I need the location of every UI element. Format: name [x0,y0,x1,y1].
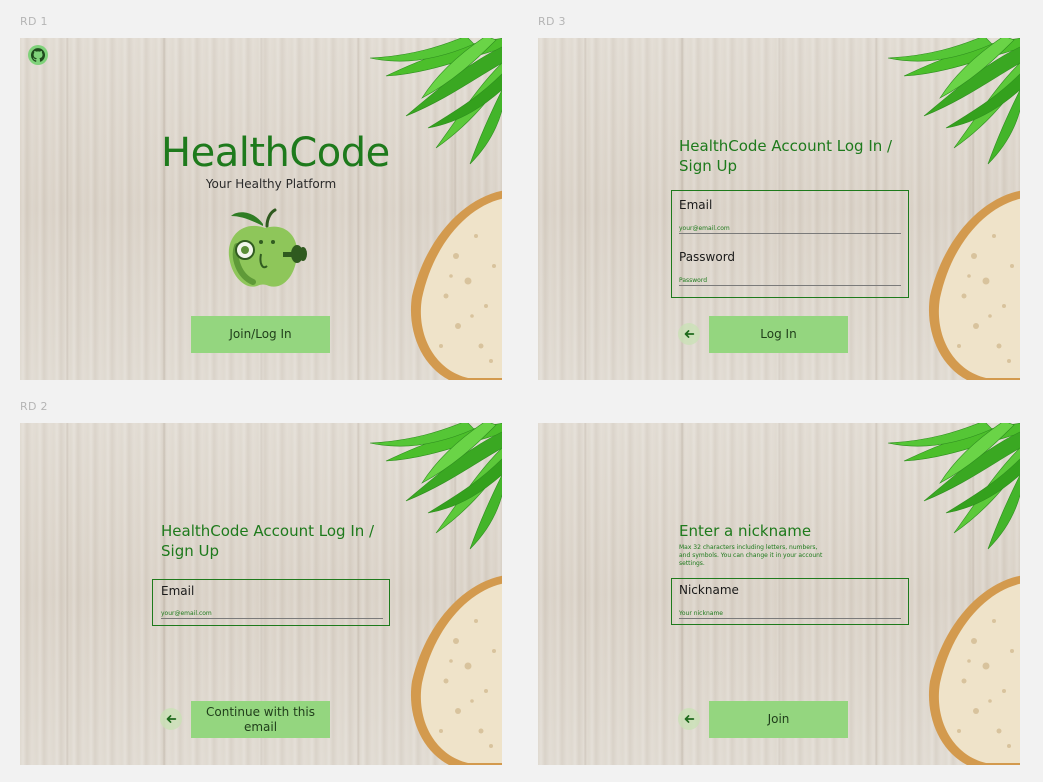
app-title: HealthCode [161,130,390,176]
arrow-left-icon [682,712,696,726]
herb-decoration [884,423,1020,551]
back-button[interactable] [678,708,700,730]
continue-label-line-2: email [243,719,278,734]
continue-with-email-button[interactable]: Continue with this email [191,701,330,738]
arrow-left-icon [682,327,696,341]
arrow-left-icon [164,712,178,726]
frame-label-rd3: RD 3 [538,15,566,28]
nickname-form: Nickname Your nickname [671,578,909,625]
heading-line-1: HealthCode Account Log In / [161,522,375,540]
artboard-rd2: HealthCode Account Log In / Sign Up Emai… [20,423,502,765]
bread-decoration [406,186,502,380]
password-label: Password [679,250,736,264]
helper-line-3: settings. [679,560,705,567]
frame-label-rd1: RD 1 [20,15,48,28]
apple-mascot-icon [228,208,307,287]
email-label: Email [161,584,195,598]
artboard-rd1: HealthCode Your Healthy Platform Join/Lo… [20,38,502,380]
helper-line-2: and symbols. You can change it in your a… [679,552,823,559]
helper-line-1: Max 32 characters including letters, num… [679,544,818,551]
page-title: HealthCode Account Log In / Sign Up [161,521,374,561]
nickname-label: Nickname [679,583,739,597]
email-field[interactable]: your@email.com [161,609,383,619]
heading-line-1: HealthCode Account Log In / [679,137,893,155]
heading-line-2: Sign Up [679,157,737,175]
email-field[interactable]: your@email.com [679,224,901,234]
continue-label-line-1: Continue with this [206,704,315,719]
nickname-field[interactable]: Your nickname [679,609,901,619]
herb-decoration [366,423,502,551]
herb-decoration [884,38,1020,166]
back-button[interactable] [160,708,182,730]
bread-decoration [924,571,1020,765]
join-login-button[interactable]: Join/Log In [191,316,330,353]
email-form: Email your@email.com [152,579,390,626]
frame-label-rd2: RD 2 [20,400,48,413]
email-label: Email [679,198,713,212]
app-subtitle: Your Healthy Platform [205,177,337,191]
heading-line-2: Sign Up [161,542,219,560]
back-button[interactable] [678,323,700,345]
nickname-helper-text: Max 32 characters including letters, num… [679,544,822,568]
join-button[interactable]: Join [709,701,848,738]
login-button[interactable]: Log In [709,316,848,353]
page-title: Enter a nickname [679,522,812,540]
login-form: Email your@email.com Password Password [671,190,909,298]
bread-decoration [924,186,1020,380]
github-icon[interactable] [28,45,48,65]
bread-decoration [406,571,502,765]
page-title: HealthCode Account Log In / Sign Up [679,136,892,176]
artboard-rd4: Enter a nickname Max 32 characters inclu… [538,423,1020,765]
artboard-rd3: HealthCode Account Log In / Sign Up Emai… [538,38,1020,380]
password-field[interactable]: Password [679,276,901,286]
